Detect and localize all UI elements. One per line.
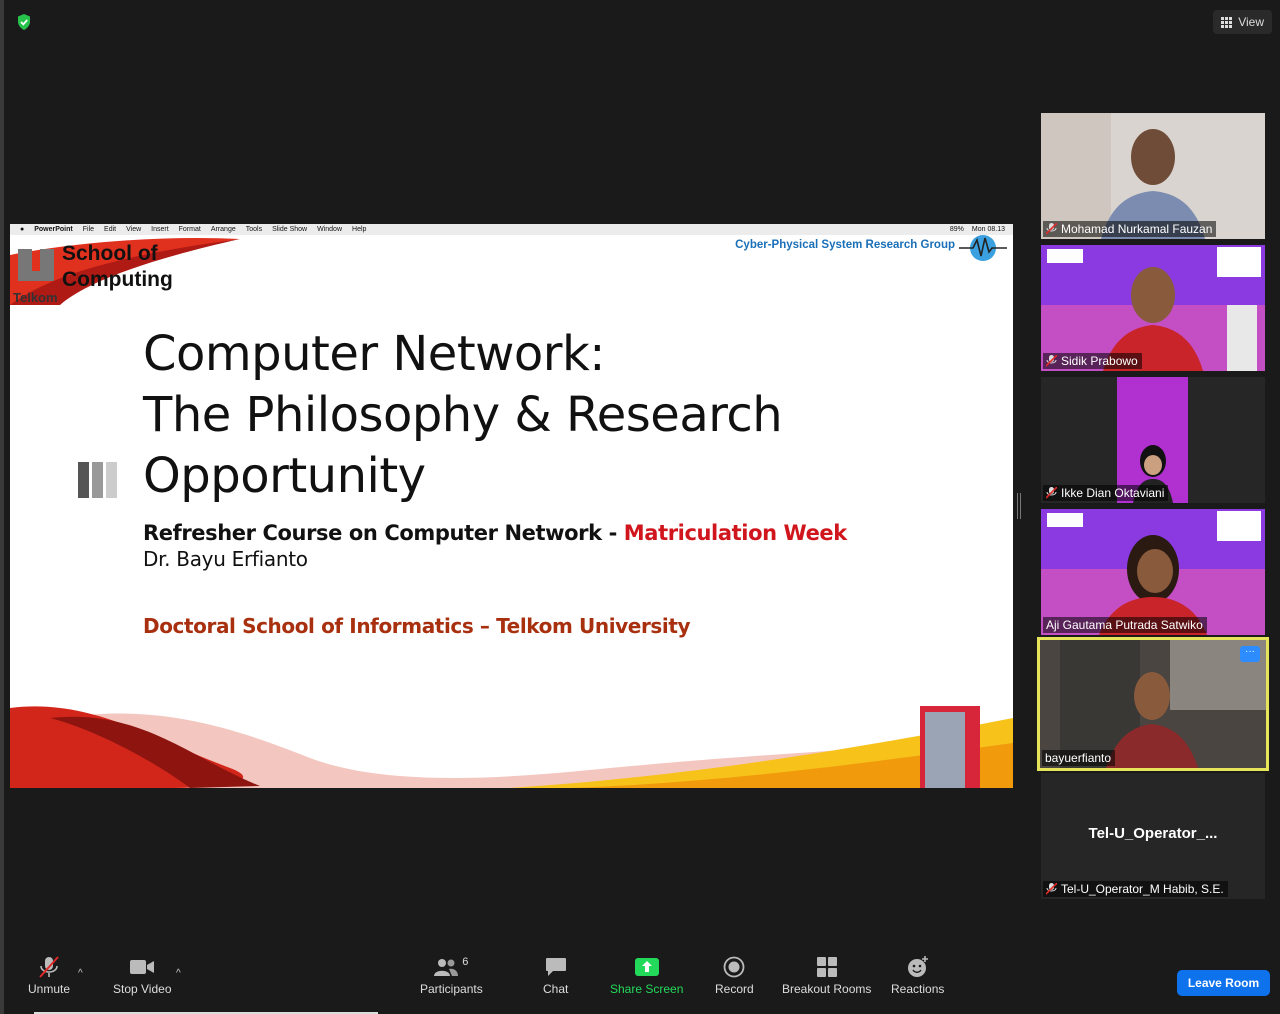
participant-display-title: Tel-U_Operator_... (1088, 825, 1218, 842)
participant-name-tag: Aji Gautama Putrada Satwiko (1043, 617, 1207, 633)
record-button[interactable]: Record (715, 952, 754, 996)
muted-mic-icon (1046, 487, 1057, 499)
chat-label: Chat (543, 982, 569, 996)
window-edge (0, 0, 4, 1014)
participant-tile[interactable]: Ikke Dian Oktaviani (1041, 377, 1265, 503)
menubar-item: Slide Show (272, 226, 308, 233)
meeting-toolbar: Unmute ^ Stop Video ^ 6 Participants Cha… (4, 952, 1280, 1014)
participant-tile[interactable]: Sidik Prabowo (1041, 245, 1265, 371)
participant-name: Aji Gautama Putrada Satwiko (1046, 618, 1203, 632)
participant-name-tag: Sidik Prabowo (1043, 353, 1142, 369)
participants-icon (434, 959, 459, 976)
stop-video-button[interactable]: Stop Video (113, 952, 172, 996)
school-affiliation: Doctoral School of Informatics – Telkom … (143, 614, 691, 638)
view-label: View (1238, 15, 1264, 29)
subtitle-main: Refresher Course on Computer Network - (143, 521, 624, 545)
slide-title-line2: The Philosophy & Research (143, 387, 783, 443)
reactions-label: Reactions (891, 982, 945, 996)
slide-bottom-waves (10, 706, 1013, 788)
active-speaker-tile[interactable]: ··· bayuerfianto (1037, 637, 1269, 771)
stop-video-label: Stop Video (113, 982, 172, 996)
zoom-meeting-window: View ● PowerPoint File Edit View Insert … (0, 0, 1280, 1014)
participant-name-tag: Mohamad Nurkamal Fauzan (1043, 221, 1217, 237)
logo-school-line1: School of (62, 242, 158, 265)
menubar-item: Window (317, 226, 343, 233)
reaction-smiley-icon (907, 956, 928, 977)
share-screen-label: Share Screen (610, 982, 684, 996)
record-label: Record (715, 982, 754, 996)
share-screen-icon (634, 958, 659, 976)
menubar-clock: Mon 08.13 (971, 226, 1005, 233)
grid-view-icon (1221, 16, 1233, 28)
participant-name: Tel-U_Operator_M Habib, S.E. (1061, 882, 1224, 896)
participants-button[interactable]: 6 Participants (420, 952, 483, 996)
school-of-computing-logo: School of Computing Telkom (10, 235, 240, 305)
participant-name: Mohamad Nurkamal Fauzan (1061, 222, 1213, 236)
unmute-label: Unmute (28, 982, 71, 996)
mac-menubar: ● PowerPoint File Edit View Insert Forma… (10, 224, 1013, 235)
reactions-button[interactable]: Reactions (891, 952, 944, 996)
slide-title-line3: Opportunity (143, 448, 426, 504)
participant-name: Sidik Prabowo (1061, 354, 1138, 368)
chat-button[interactable]: Chat (543, 952, 568, 996)
participant-tile[interactable]: Aji Gautama Putrada Satwiko (1041, 509, 1265, 635)
participants-count: 6 (462, 956, 469, 968)
unmute-button[interactable]: Unmute (28, 952, 70, 996)
participant-name-tag: Tel-U_Operator_M Habib, S.E. (1043, 881, 1228, 897)
slide-bars-decoration (78, 462, 117, 498)
slide-subtitle: Refresher Course on Computer Network - M… (143, 521, 847, 545)
muted-mic-icon (1046, 883, 1057, 895)
menubar-item: Format (178, 226, 201, 233)
apple-icon: ● (20, 226, 25, 233)
participant-name-tag: bayuerfianto (1042, 750, 1116, 766)
menubar-item: Arrange (210, 226, 236, 233)
logo-school-text: School of Computing (62, 241, 173, 293)
menubar-item: Insert (151, 226, 169, 233)
record-icon (723, 956, 745, 978)
participant-name: Ikke Dian Oktaviani (1061, 486, 1165, 500)
breakout-rooms-button[interactable]: Breakout Rooms (782, 952, 871, 996)
breakout-rooms-icon (816, 957, 837, 977)
muted-mic-icon (39, 956, 59, 978)
security-shield-icon[interactable] (14, 12, 34, 32)
subtitle-highlight: Matriculation Week (623, 521, 847, 545)
logo-telkom-text: Telkom (13, 290, 58, 305)
participant-name-tag: Ikke Dian Oktaviani (1043, 485, 1169, 501)
logo-school-line2: Computing (62, 268, 173, 291)
menubar-item: View (126, 226, 142, 233)
view-button[interactable]: View (1213, 10, 1272, 34)
shared-screen: ● PowerPoint File Edit View Insert Forma… (10, 224, 1013, 788)
more-options-button[interactable]: ··· (1240, 646, 1260, 662)
pulse-globe-icon (959, 235, 1007, 261)
participant-name: bayuerfianto (1045, 751, 1112, 765)
menubar-app: PowerPoint (34, 226, 73, 233)
video-camera-icon (130, 960, 155, 974)
slide-title-line1: Computer Network: (143, 326, 605, 382)
leave-room-button[interactable]: Leave Room (1177, 970, 1270, 996)
participants-label: Participants (420, 982, 483, 996)
menubar-item: Edit (104, 226, 117, 233)
muted-mic-icon (1046, 355, 1057, 367)
participant-tile[interactable]: Tel-U_Operator_... Tel-U_Operator_M Habi… (1041, 773, 1265, 899)
video-feed (1040, 640, 1266, 768)
chat-bubble-icon (545, 958, 566, 976)
video-options-caret-icon[interactable]: ^ (176, 968, 181, 979)
muted-mic-icon (1046, 223, 1057, 235)
participant-tile[interactable]: Mohamad Nurkamal Fauzan (1041, 113, 1265, 239)
slide-title: Computer Network: The Philosophy & Resea… (143, 324, 783, 507)
menubar-item: File (82, 226, 95, 233)
share-screen-button[interactable]: Share Screen (610, 952, 683, 996)
audio-options-caret-icon[interactable]: ^ (78, 968, 83, 979)
menubar-item: Tools (245, 226, 263, 233)
menubar-item: Help (352, 226, 367, 233)
battery-status: 89% (949, 226, 964, 233)
breakout-rooms-label: Breakout Rooms (782, 982, 872, 996)
panel-resize-handle[interactable] (1017, 493, 1021, 519)
presenter-name: Dr. Bayu Erfianto (143, 547, 308, 571)
research-group-label: Cyber-Physical System Research Group (735, 239, 955, 251)
